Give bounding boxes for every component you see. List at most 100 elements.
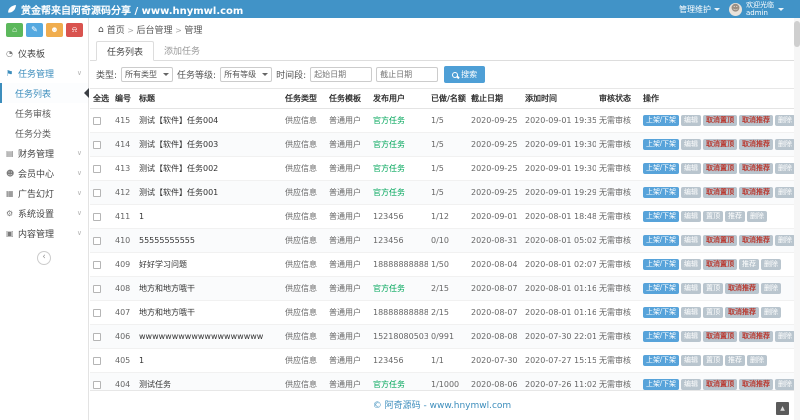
cancel-recommend-button[interactable]: 取消推荐 — [738, 235, 773, 246]
toggle-listing-button[interactable]: 上架/下架 — [643, 211, 679, 222]
row-checkbox[interactable] — [93, 164, 101, 173]
edit-button[interactable]: 编辑 — [680, 115, 701, 126]
edit-button[interactable]: 编辑 — [680, 139, 701, 150]
pin-button[interactable]: 置顶 — [702, 307, 723, 318]
edit-button[interactable]: 编辑 — [680, 235, 701, 246]
edit-button[interactable]: 编辑 — [680, 163, 701, 174]
sidebar-item-task-category[interactable]: 任务分类 — [0, 123, 88, 143]
edit-button[interactable]: 编辑 — [680, 379, 701, 390]
start-date-input[interactable] — [310, 67, 373, 82]
cancel-pin-button[interactable]: 取消置顶 — [702, 379, 737, 390]
sidebar-item-task-list[interactable]: 任务列表 — [0, 83, 89, 103]
sidebar-item-system-settings[interactable]: ⚙ 系统设置 ∨ — [0, 203, 88, 223]
cancel-recommend-button[interactable]: 取消推荐 — [738, 187, 773, 198]
cancel-pin-button[interactable]: 取消置顶 — [702, 139, 737, 150]
toggle-listing-button[interactable]: 上架/下架 — [643, 259, 679, 270]
edit-button[interactable]: 编辑 — [680, 355, 701, 366]
cancel-pin-button[interactable]: 取消置顶 — [702, 163, 737, 174]
recommend-button[interactable]: 推荐 — [724, 355, 745, 366]
edit-button[interactable]: 编辑 — [680, 187, 701, 198]
recommend-button[interactable]: 推荐 — [738, 259, 759, 270]
edit-button[interactable]: ✎ — [26, 23, 43, 37]
delete-button[interactable]: 删除 — [774, 139, 794, 150]
row-checkbox[interactable] — [93, 116, 101, 125]
sidebar-item-finance-management[interactable]: ▤ 财务管理 ∨ — [0, 143, 88, 163]
user-menu[interactable]: ☻ 欢迎光临 admin — [729, 1, 784, 17]
row-checkbox[interactable] — [93, 260, 101, 269]
edit-button[interactable]: 编辑 — [680, 259, 701, 270]
toggle-listing-button[interactable]: 上架/下架 — [643, 283, 679, 294]
cancel-recommend-button[interactable]: 取消推荐 — [738, 139, 773, 150]
toggle-listing-button[interactable]: 上架/下架 — [643, 235, 679, 246]
cancel-recommend-button[interactable]: 取消推荐 — [724, 283, 759, 294]
pin-button[interactable]: 置顶 — [702, 355, 723, 366]
user-button[interactable]: ☻ — [46, 23, 63, 37]
cancel-recommend-button[interactable]: 取消推荐 — [738, 163, 773, 174]
toggle-listing-button[interactable]: 上架/下架 — [643, 331, 679, 342]
scrollbar-thumb[interactable] — [794, 21, 800, 47]
delete-button[interactable]: 删除 — [760, 259, 781, 270]
pin-button[interactable]: 置顶 — [702, 211, 723, 222]
delete-button[interactable]: 删除 — [774, 163, 794, 174]
cancel-pin-button[interactable]: 取消置顶 — [702, 187, 737, 198]
delete-button[interactable]: 删除 — [746, 211, 767, 222]
toggle-listing-button[interactable]: 上架/下架 — [643, 163, 679, 174]
recommend-button[interactable]: 推荐 — [724, 211, 745, 222]
pin-button[interactable]: 置顶 — [702, 283, 723, 294]
tab-task-list[interactable]: 任务列表 — [96, 41, 155, 61]
cancel-recommend-button[interactable]: 取消推荐 — [738, 331, 773, 342]
row-checkbox[interactable] — [93, 284, 101, 293]
edit-button[interactable]: 编辑 — [680, 211, 701, 222]
toggle-listing-button[interactable]: 上架/下架 — [643, 187, 679, 198]
type-filter-select[interactable]: 所有类型 — [121, 67, 174, 82]
row-checkbox[interactable] — [93, 236, 101, 245]
back-to-top-button[interactable]: ▲ — [776, 402, 789, 415]
search-button[interactable]: 搜索 — [444, 66, 486, 83]
edit-button[interactable]: 编辑 — [680, 283, 701, 294]
row-checkbox[interactable] — [93, 308, 101, 317]
cancel-pin-button[interactable]: 取消置顶 — [702, 235, 737, 246]
delete-button[interactable]: 删除 — [774, 379, 794, 390]
tab-add-task[interactable]: 添加任务 — [154, 41, 210, 61]
delete-button[interactable]: 删除 — [774, 235, 794, 246]
level-filter-select[interactable]: 所有等级 — [220, 67, 273, 82]
delete-button[interactable]: 删除 — [760, 307, 781, 318]
cancel-pin-button[interactable]: 取消置顶 — [702, 115, 737, 126]
delete-button[interactable]: 删除 — [774, 331, 794, 342]
delete-button[interactable]: 删除 — [774, 115, 794, 126]
sidebar-item-dashboard[interactable]: ◔ 仪表板 — [0, 43, 88, 63]
home-button[interactable]: ⌂ — [6, 23, 23, 37]
row-checkbox[interactable] — [93, 212, 101, 221]
toggle-listing-button[interactable]: 上架/下架 — [643, 307, 679, 318]
sidebar-collapse-button[interactable]: ‹ — [37, 251, 51, 265]
sidebar-item-task-management[interactable]: ⚑ 任务管理 ∨ — [0, 63, 88, 83]
delete-button[interactable]: 删除 — [774, 187, 794, 198]
row-checkbox[interactable] — [93, 140, 101, 149]
breadcrumb-item[interactable]: 首页 — [107, 26, 125, 36]
toggle-listing-button[interactable]: 上架/下架 — [643, 115, 679, 126]
edit-button[interactable]: 编辑 — [680, 307, 701, 318]
toggle-listing-button[interactable]: 上架/下架 — [643, 139, 679, 150]
toggle-listing-button[interactable]: 上架/下架 — [643, 355, 679, 366]
row-checkbox[interactable] — [93, 356, 101, 365]
breadcrumb-item[interactable]: 后台管理 — [137, 26, 173, 36]
cancel-recommend-button[interactable]: 取消推荐 — [724, 307, 759, 318]
row-checkbox[interactable] — [93, 188, 101, 197]
delete-button[interactable]: 删除 — [760, 283, 781, 294]
notifications-button[interactable]: ⍾ — [66, 23, 83, 37]
row-checkbox[interactable] — [93, 380, 101, 389]
cancel-pin-button[interactable]: 取消置顶 — [702, 259, 737, 270]
cancel-pin-button[interactable]: 取消置顶 — [702, 331, 737, 342]
sidebar-item-member-center[interactable]: ☻ 会员中心 ∨ — [0, 163, 88, 183]
delete-button[interactable]: 删除 — [746, 355, 767, 366]
cancel-recommend-button[interactable]: 取消推荐 — [738, 379, 773, 390]
footer-copyright-link[interactable]: © 阿奇源码 - www.hnymwl.com — [373, 401, 511, 411]
sidebar-item-content-management[interactable]: ▣ 内容管理 ∨ — [0, 223, 88, 243]
end-date-input[interactable] — [376, 67, 439, 82]
admin-maintenance-menu[interactable]: 管理维护 — [679, 4, 720, 15]
cancel-recommend-button[interactable]: 取消推荐 — [738, 115, 773, 126]
sidebar-item-ad-slides[interactable]: ▦ 广告幻灯 ∨ — [0, 183, 88, 203]
edit-button[interactable]: 编辑 — [680, 331, 701, 342]
row-checkbox[interactable] — [93, 332, 101, 341]
toggle-listing-button[interactable]: 上架/下架 — [643, 379, 679, 390]
